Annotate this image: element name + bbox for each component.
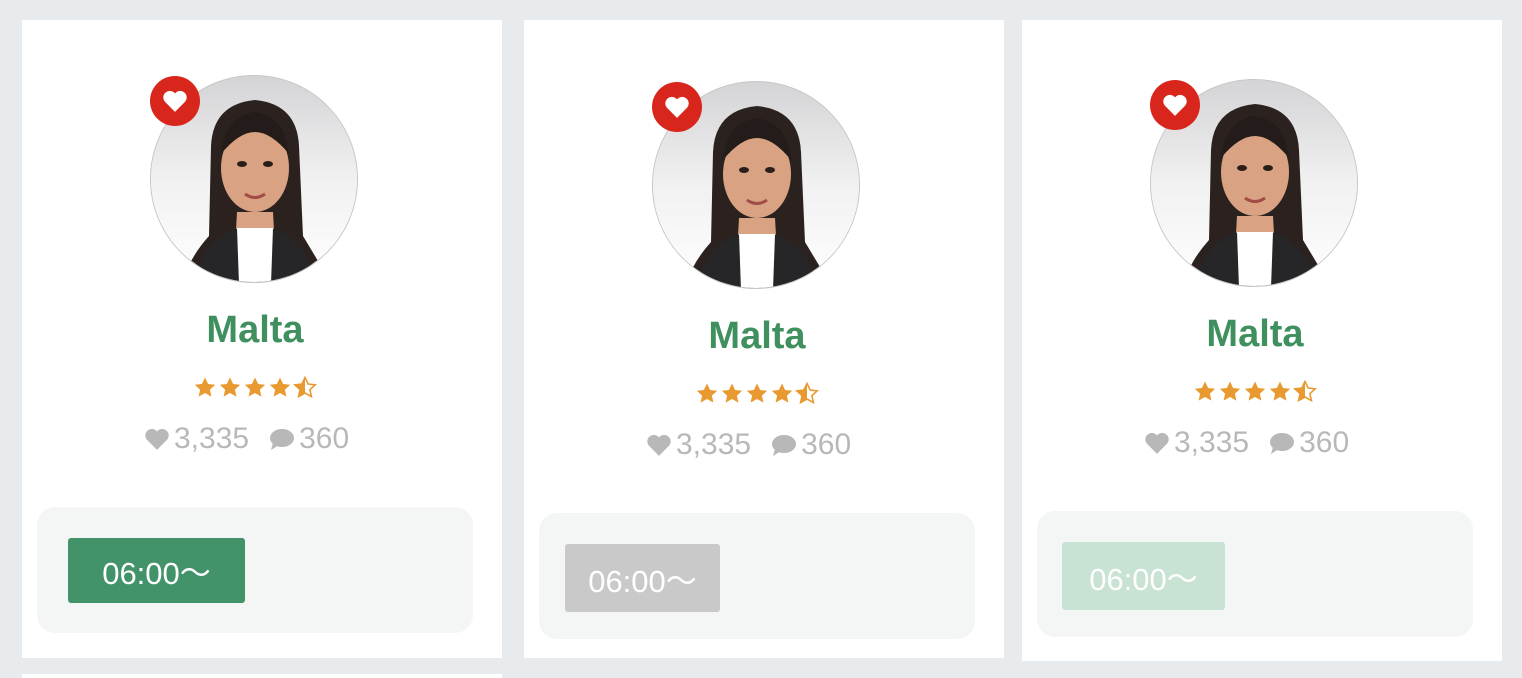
time-slot-button[interactable]: 06:00〜: [68, 538, 245, 603]
schedule-panel: 06:00〜: [37, 507, 473, 633]
star-icon: [269, 377, 291, 397]
speech-bubble-icon: [270, 429, 295, 450]
stats-row: 3,335 360: [646, 428, 851, 462]
rating-stars: [193, 376, 317, 400]
time-slot-button[interactable]: 06:00〜: [565, 544, 720, 612]
therapist-card[interactable]: Malta 3,335 360 06:00〜: [524, 20, 1004, 658]
comments-stat: 360: [269, 422, 349, 456]
favorite-button[interactable]: [652, 82, 702, 132]
stats-row: 3,335 360: [144, 422, 349, 456]
likes-stat: 3,335: [646, 428, 751, 462]
heart-icon: [1145, 432, 1169, 454]
speech-bubble-icon: [772, 435, 797, 456]
comments-count: 360: [1299, 426, 1350, 459]
likes-count: 3,335: [1174, 426, 1250, 459]
schedule-panel: 06:00〜: [539, 513, 975, 639]
therapist-name[interactable]: Malta: [1022, 313, 1488, 356]
comments-stat: 360: [1269, 426, 1349, 460]
likes-count: 3,335: [174, 422, 250, 455]
schedule-panel: 06:00〜: [1037, 511, 1473, 637]
heart-icon: [647, 434, 671, 456]
comments-stat: 360: [771, 428, 851, 462]
likes-count: 3,335: [676, 428, 752, 461]
heart-icon: [665, 96, 689, 118]
rating-stars: [1193, 380, 1317, 404]
star-icon: [771, 383, 793, 403]
star-icon: [721, 383, 743, 403]
star-icon: [1194, 381, 1216, 401]
therapist-name[interactable]: Malta: [524, 315, 990, 358]
half-star-icon: [1293, 380, 1317, 403]
comments-count: 360: [801, 428, 852, 461]
heart-icon: [1163, 94, 1187, 116]
heart-icon: [163, 90, 187, 112]
favorite-button[interactable]: [150, 76, 200, 126]
star-icon: [1219, 381, 1241, 401]
star-icon: [1244, 381, 1266, 401]
speech-bubble-icon: [1270, 433, 1295, 454]
likes-stat: 3,335: [1144, 426, 1249, 460]
favorite-button[interactable]: [1150, 80, 1200, 130]
star-icon: [696, 383, 718, 403]
star-icon: [244, 377, 266, 397]
time-slot-button[interactable]: 06:00〜: [1062, 542, 1225, 610]
heart-icon: [145, 428, 169, 450]
stats-row: 3,335 360: [1144, 426, 1349, 460]
therapist-card[interactable]: Malta 3,335 360 06:00〜: [22, 20, 502, 658]
star-icon: [1269, 381, 1291, 401]
star-icon: [219, 377, 241, 397]
rating-stars: [695, 382, 819, 406]
star-icon: [746, 383, 768, 403]
comments-count: 360: [299, 422, 350, 455]
therapist-card[interactable]: Malta 3,335 360 06:00〜: [1022, 20, 1502, 661]
next-card-edge: [22, 674, 502, 678]
star-icon: [194, 377, 216, 397]
half-star-icon: [293, 376, 317, 399]
likes-stat: 3,335: [144, 422, 249, 456]
therapist-name[interactable]: Malta: [22, 309, 488, 352]
half-star-icon: [795, 382, 819, 405]
